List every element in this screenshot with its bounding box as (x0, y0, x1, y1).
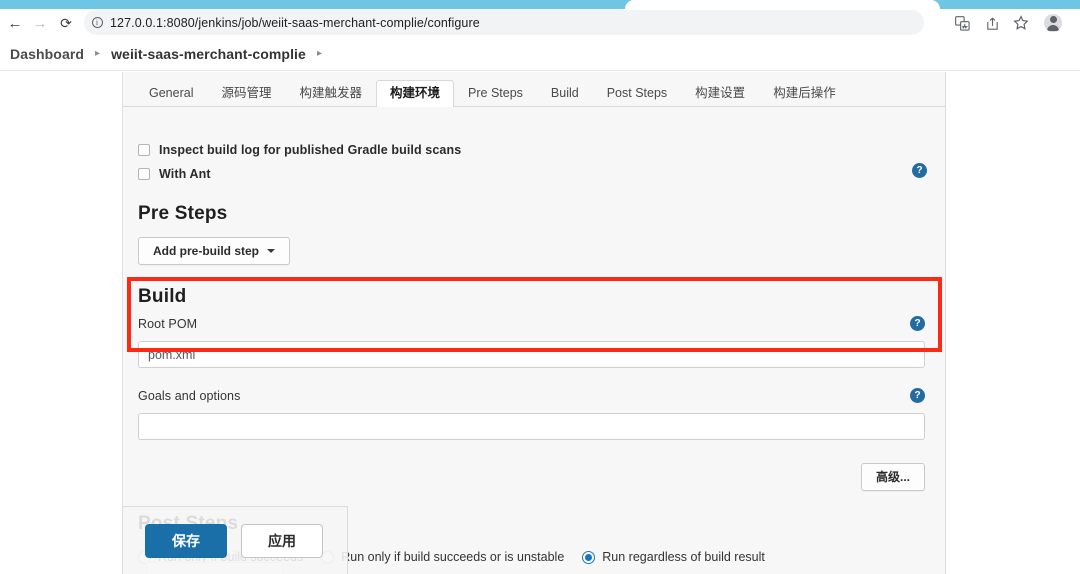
site-info-glyph: i (91, 17, 103, 28)
radio-label-run-regardless: Run regardless of build result (602, 550, 765, 564)
browser-tabstrip-right (940, 0, 1080, 9)
apply-button[interactable]: 应用 (241, 523, 323, 558)
add-pre-build-step-label: Add pre-build step (153, 244, 259, 258)
section-title-pre-steps: Pre Steps (138, 203, 228, 224)
checkbox-row-gradle-scans[interactable]: Inspect build log for published Gradle b… (123, 138, 945, 161)
browser-tabstrip (0, 0, 1080, 9)
tab-pre-steps[interactable]: Pre Steps (454, 80, 537, 108)
breadcrumb-separator-icon-2[interactable]: ▸ (317, 48, 322, 59)
tab-build-env[interactable]: 构建环境 (376, 79, 455, 107)
breadcrumb: Dashboard ▸ weiit-saas-merchant-complie … (0, 37, 1080, 71)
root-pom-input[interactable] (138, 341, 925, 368)
goals-and-options-input[interactable] (138, 413, 925, 440)
help-icon-build-environment[interactable]: ? (912, 163, 927, 178)
tab-build-settings[interactable]: 构建设置 (681, 80, 759, 108)
browser-toolbar: ← → ⟳ i 127.0.0.1:8080/jenkins/job/weiit… (0, 9, 1080, 37)
profile-avatar-icon[interactable] (1043, 13, 1063, 33)
browser-tab-active[interactable] (625, 0, 940, 9)
advanced-button[interactable]: 高级... (860, 463, 925, 491)
help-icon-root-pom[interactable]: ? (910, 316, 925, 331)
tab-scm[interactable]: 源码管理 (207, 80, 285, 108)
checkbox-row-with-ant[interactable]: With Ant (123, 162, 945, 185)
bookmark-star-icon[interactable] (1011, 13, 1031, 33)
translate-icon[interactable] (952, 13, 972, 33)
forward-icon[interactable]: → (29, 12, 51, 34)
save-bar: 保存 应用 (122, 506, 348, 574)
configure-panel: General 源码管理 构建触发器 构建环境 Pre Steps Build … (122, 72, 946, 574)
label-goals-and-options: Goals and options (138, 388, 241, 403)
address-bar[interactable]: i 127.0.0.1:8080/jenkins/job/weiit-saas-… (84, 10, 924, 35)
checkbox-label-with-ant: With Ant (159, 166, 211, 181)
tab-general[interactable]: General (135, 80, 207, 108)
share-icon[interactable] (982, 13, 1002, 33)
tab-post-steps[interactable]: Post Steps (593, 80, 681, 108)
checkbox-label-gradle-scans: Inspect build log for published Gradle b… (159, 142, 462, 157)
avatar (1044, 14, 1062, 32)
section-title-build: Build (138, 286, 187, 307)
checkbox-with-ant[interactable] (138, 167, 150, 180)
add-pre-build-step-button[interactable]: Add pre-build step (138, 237, 290, 265)
chevron-down-icon (267, 249, 275, 253)
save-button[interactable]: 保存 (145, 523, 227, 558)
checkbox-gradle-scans[interactable] (138, 143, 150, 156)
breadcrumb-separator-icon: ▸ (95, 47, 101, 59)
site-info-icon[interactable]: i (84, 10, 110, 35)
radio-label-run-if-succeeds-or-unstable: Run only if build succeeds or is unstabl… (341, 550, 565, 564)
config-body: Inspect build log for published Gradle b… (123, 107, 945, 573)
reload-icon[interactable]: ⟳ (55, 12, 77, 34)
breadcrumb-item-job[interactable]: weiit-saas-merchant-complie (111, 46, 306, 62)
tab-post-build-actions[interactable]: 构建后操作 (759, 80, 850, 108)
radio-run-regardless[interactable] (582, 550, 596, 564)
help-icon-goals-and-options[interactable]: ? (910, 388, 925, 403)
config-tabbar: General 源码管理 构建触发器 构建环境 Pre Steps Build … (123, 72, 945, 107)
tab-build-trigger[interactable]: 构建触发器 (286, 80, 377, 108)
browser-window: ← → ⟳ i 127.0.0.1:8080/jenkins/job/weiit… (0, 0, 1080, 574)
breadcrumb-item-dashboard[interactable]: Dashboard (10, 46, 84, 62)
label-root-pom: Root POM (138, 316, 198, 331)
back-icon[interactable]: ← (4, 12, 26, 34)
tab-build[interactable]: Build (537, 80, 593, 108)
url-text: 127.0.0.1:8080/jenkins/job/weiit-saas-me… (110, 15, 480, 30)
